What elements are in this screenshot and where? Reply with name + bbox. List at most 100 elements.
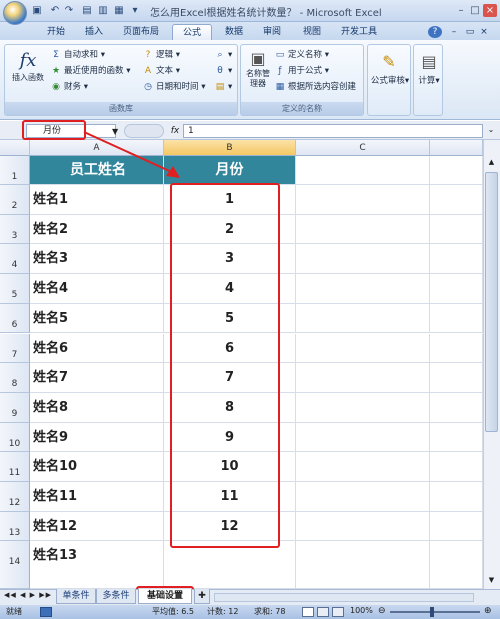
tab-developer[interactable]: 开发工具: [334, 24, 384, 40]
cell[interactable]: [430, 363, 483, 393]
open-icon[interactable]: ▥: [96, 4, 110, 18]
office-button[interactable]: [3, 1, 27, 25]
zoom-slider[interactable]: [390, 611, 480, 613]
column-header-d[interactable]: [430, 140, 483, 156]
cell[interactable]: [296, 214, 430, 245]
save-icon[interactable]: ▣: [30, 4, 44, 18]
insert-sheet-icon[interactable]: ✚: [194, 589, 210, 604]
cell-name[interactable]: 姓名4: [30, 274, 164, 304]
page-break-view-icon[interactable]: [332, 607, 344, 617]
cell[interactable]: [296, 244, 430, 275]
tab-review[interactable]: 审阅: [254, 24, 290, 40]
group-calculation[interactable]: ▤ 计算▾: [413, 44, 443, 116]
row-header[interactable]: 3: [0, 214, 30, 245]
sheet-tab-multi-condition[interactable]: 多条件: [96, 589, 136, 604]
tab-home[interactable]: 开始: [38, 24, 74, 40]
finance-button[interactable]: ◉ 财务 ▾: [51, 81, 88, 94]
sheet-tab-single-condition[interactable]: 单条件: [56, 589, 96, 604]
scroll-thumb[interactable]: [485, 172, 498, 432]
cell-name[interactable]: 姓名2: [30, 214, 164, 245]
cell[interactable]: [296, 482, 430, 512]
row-header[interactable]: 14: [0, 541, 30, 589]
cell[interactable]: [430, 185, 483, 215]
use-in-formula-button[interactable]: ƒ 用于公式 ▾: [275, 65, 329, 78]
maximize-icon[interactable]: □: [468, 4, 482, 17]
cell[interactable]: [430, 333, 483, 364]
cell-name[interactable]: 姓名1: [30, 185, 164, 215]
lookup-button[interactable]: ⌕ ▾: [215, 49, 232, 62]
cell[interactable]: [296, 422, 430, 453]
cell-name[interactable]: 姓名12: [30, 511, 164, 542]
row-header[interactable]: 11: [0, 452, 30, 482]
normal-view-icon[interactable]: [302, 607, 314, 617]
cell[interactable]: [296, 363, 430, 393]
recent-functions-button[interactable]: ★ 最近使用的函数 ▾: [51, 65, 131, 78]
cell[interactable]: [430, 214, 483, 245]
print-preview-icon[interactable]: ▤: [80, 4, 94, 18]
cell-month[interactable]: [164, 541, 296, 589]
cell[interactable]: [296, 303, 430, 334]
close-icon[interactable]: ×: [483, 4, 497, 17]
cell[interactable]: [296, 185, 430, 215]
text-button[interactable]: A 文本 ▾: [143, 65, 180, 78]
scroll-up-icon[interactable]: ▲: [486, 158, 497, 168]
ribbon-minimize-icon[interactable]: –: [448, 24, 460, 40]
math-button[interactable]: θ ▾: [215, 65, 232, 78]
row-header[interactable]: 10: [0, 422, 30, 453]
cell-name[interactable]: 姓名9: [30, 422, 164, 453]
cell-name[interactable]: 姓名8: [30, 392, 164, 423]
tab-insert[interactable]: 插入: [76, 24, 112, 40]
zoom-in-icon[interactable]: ⊕: [484, 606, 492, 616]
expand-formula-bar-icon[interactable]: ⌄: [485, 125, 497, 137]
row-header[interactable]: 6: [0, 303, 30, 334]
zoom-out-icon[interactable]: ⊖: [378, 606, 386, 616]
cell[interactable]: [296, 392, 430, 423]
column-header-c[interactable]: C: [296, 140, 430, 156]
define-name-button[interactable]: ▭ 定义名称 ▾: [275, 49, 329, 62]
cell[interactable]: [296, 274, 430, 304]
minimize-icon[interactable]: –: [454, 4, 468, 17]
cell[interactable]: [430, 482, 483, 512]
cell-name[interactable]: 姓名13: [30, 541, 164, 589]
horizontal-scrollbar[interactable]: [214, 593, 474, 602]
group-formula-auditing[interactable]: ✎ 公式审核▾: [367, 44, 411, 116]
cell-name[interactable]: 姓名7: [30, 363, 164, 393]
help-icon[interactable]: ?: [428, 26, 442, 38]
ribbon-restore-icon[interactable]: ▭: [464, 24, 476, 40]
cell[interactable]: [430, 392, 483, 423]
row-header[interactable]: 1: [0, 156, 30, 185]
row-header[interactable]: 8: [0, 363, 30, 393]
tab-page-layout[interactable]: 页面布局: [116, 24, 166, 40]
redo-icon[interactable]: ↷: [62, 4, 76, 18]
row-header[interactable]: 13: [0, 511, 30, 542]
create-from-selection-button[interactable]: ▦ 根据所选内容创建: [275, 81, 356, 94]
tab-data[interactable]: 数据: [216, 24, 252, 40]
select-all-corner[interactable]: [0, 140, 30, 156]
cell[interactable]: [430, 156, 483, 185]
cell[interactable]: [430, 422, 483, 453]
sheet-tab-basic-settings[interactable]: 基础设置: [138, 589, 192, 604]
zoom-slider-thumb[interactable]: [430, 607, 434, 617]
cell[interactable]: [430, 303, 483, 334]
cell-name[interactable]: 姓名5: [30, 303, 164, 334]
row-header[interactable]: 12: [0, 482, 30, 512]
row-header[interactable]: 2: [0, 185, 30, 215]
tab-view[interactable]: 视图: [294, 24, 330, 40]
quick-access-dropdown-icon[interactable]: ▾: [128, 4, 142, 18]
insert-function-button[interactable]: fx 插入函数: [9, 51, 47, 84]
cell[interactable]: [430, 274, 483, 304]
cell-name[interactable]: 姓名3: [30, 244, 164, 275]
row-header[interactable]: 4: [0, 244, 30, 275]
name-manager-button[interactable]: ▣ 名称管理器: [243, 49, 273, 91]
scroll-down-icon[interactable]: ▼: [486, 576, 497, 586]
ribbon-close-icon[interactable]: ×: [478, 24, 490, 40]
more-functions-button[interactable]: ▤ ▾: [215, 81, 233, 94]
cell[interactable]: [430, 541, 483, 589]
zoom-level[interactable]: 100%: [350, 606, 373, 615]
tab-formulas[interactable]: 公式: [172, 24, 212, 40]
autosum-button[interactable]: Σ 自动求和 ▾: [51, 49, 105, 62]
datetime-button[interactable]: ◷ 日期和时间 ▾: [143, 81, 205, 94]
cell[interactable]: [296, 511, 430, 542]
page-layout-view-icon[interactable]: [317, 607, 329, 617]
cell-name[interactable]: 姓名6: [30, 333, 164, 364]
